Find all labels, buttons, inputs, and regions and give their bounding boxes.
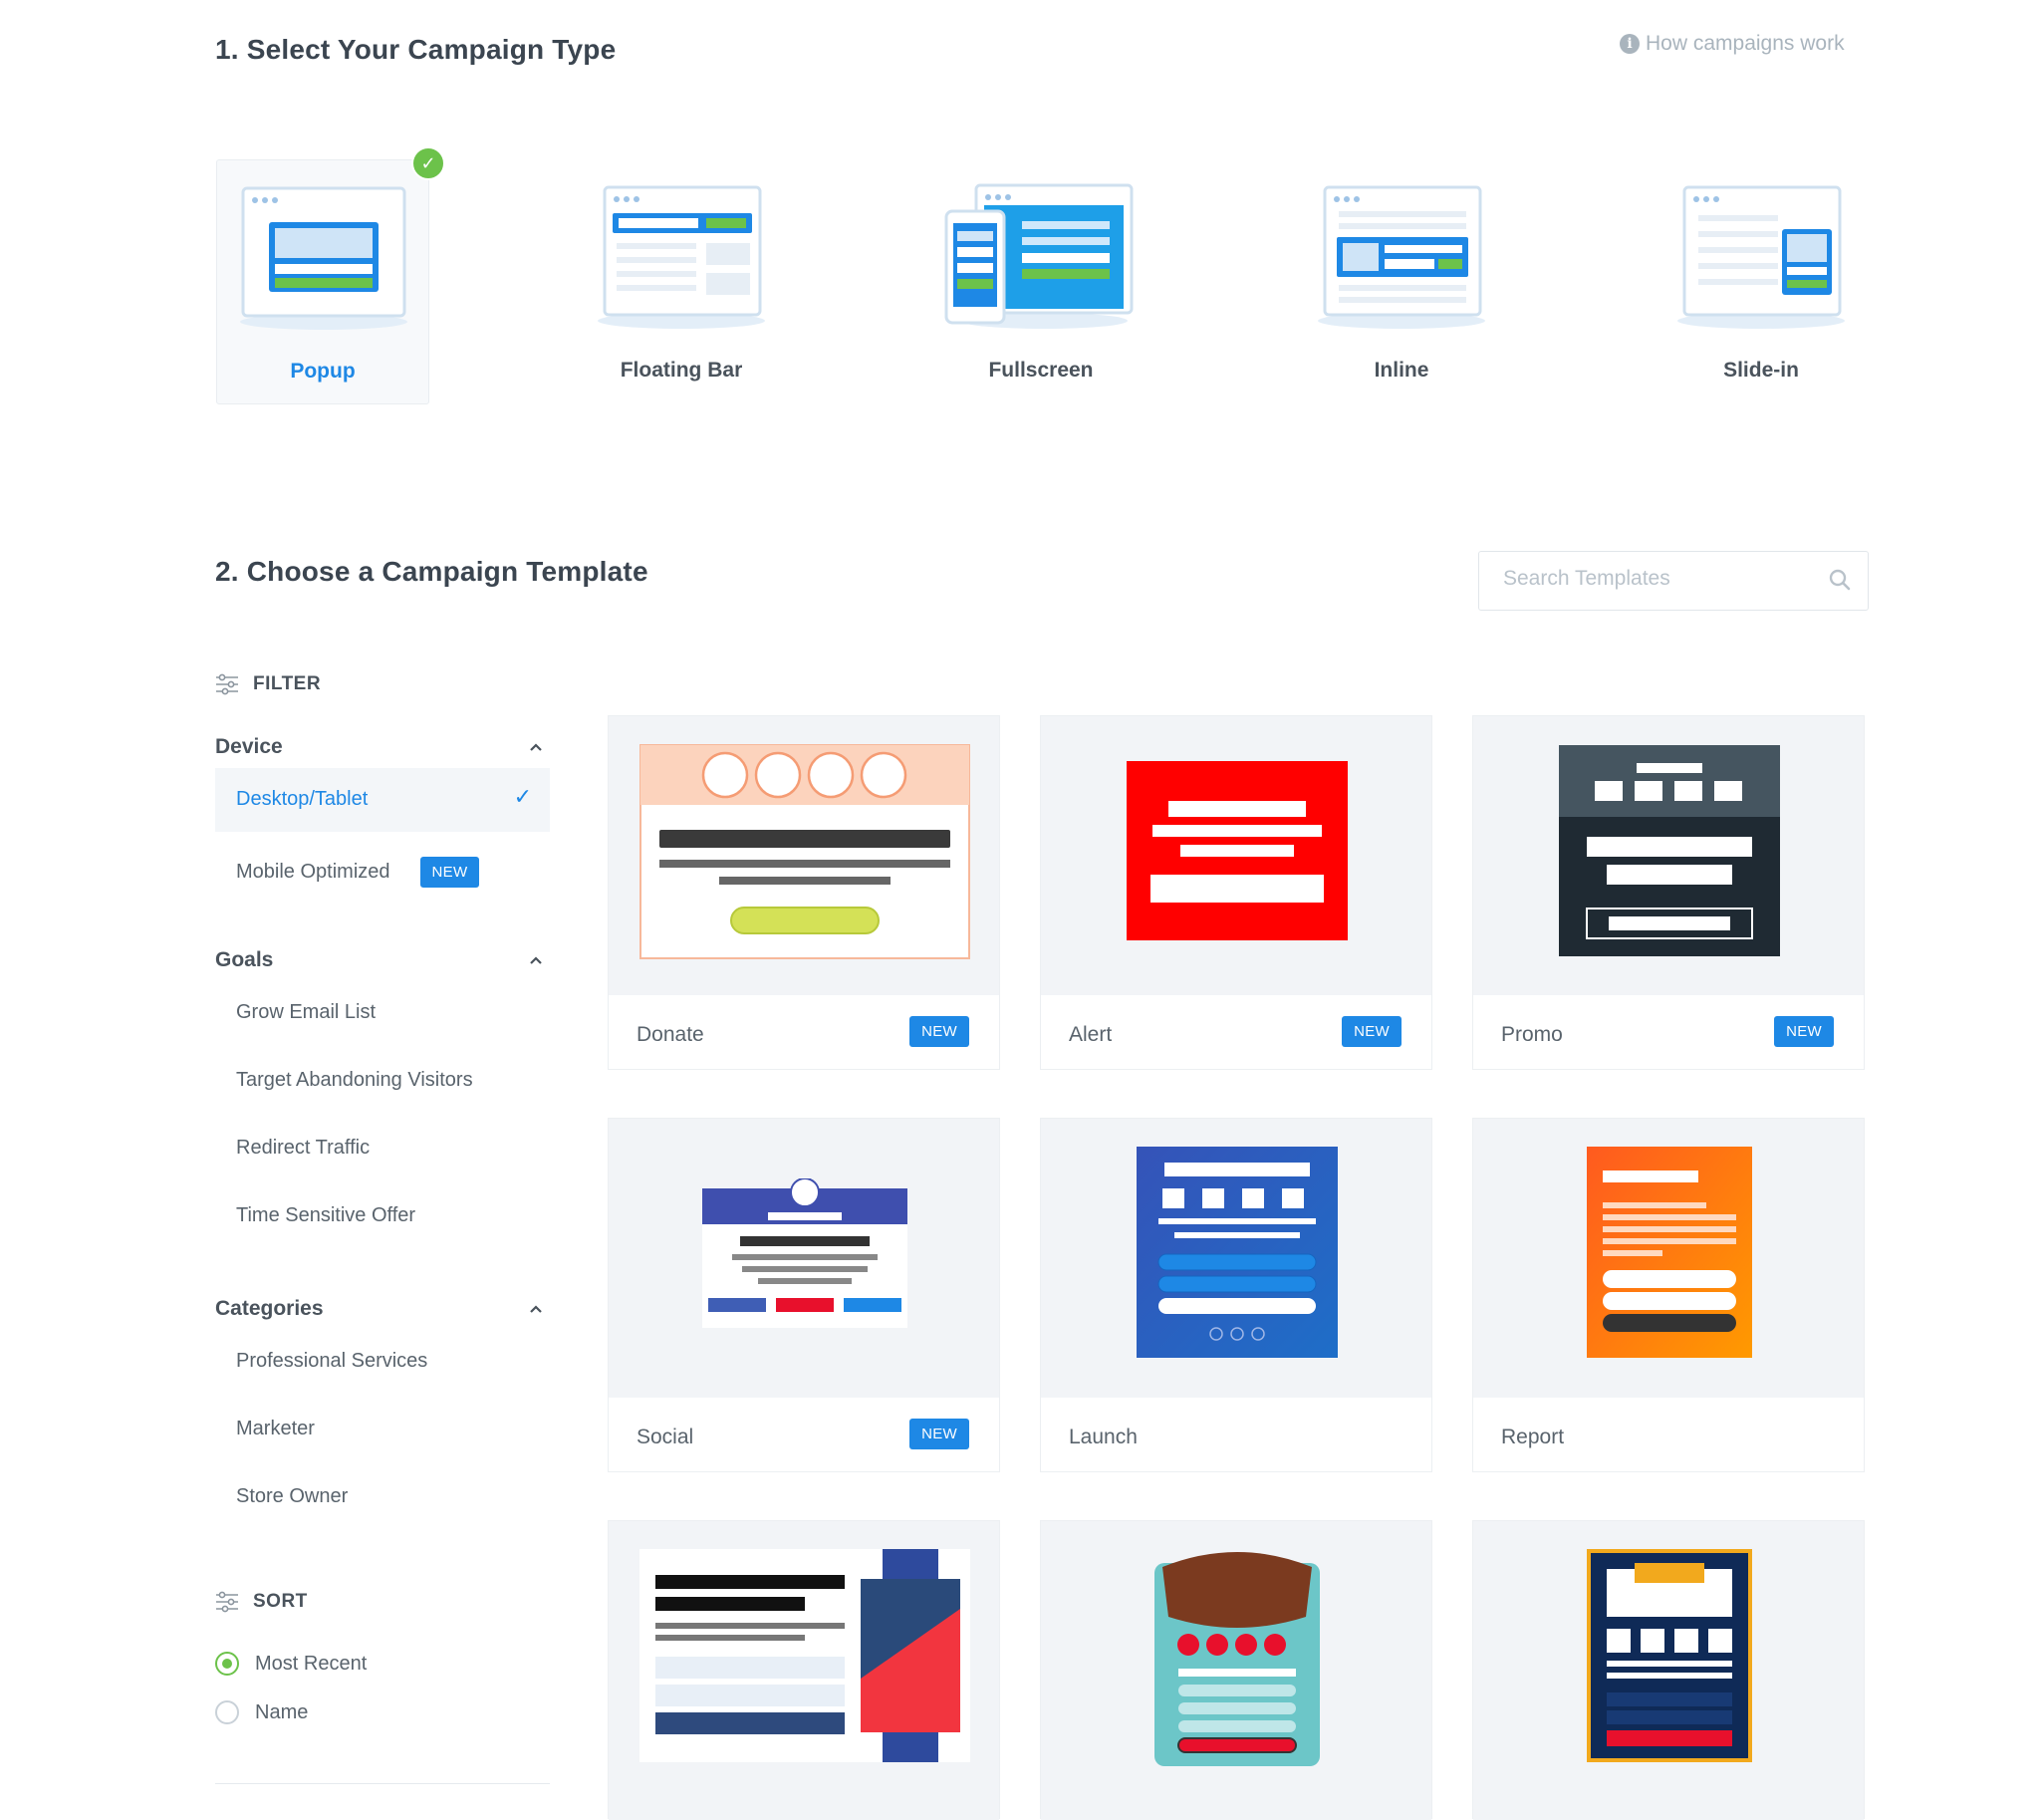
- campaign-type-slide-in[interactable]: Slide-in: [1655, 159, 1868, 404]
- template-thumbnail: [1473, 1521, 1864, 1820]
- template-preview-icon: [1154, 1552, 1320, 1766]
- selected-check-icon: ✓: [411, 146, 445, 180]
- checkmark-icon: ✓: [513, 784, 532, 809]
- chevron-up-icon[interactable]: [530, 741, 542, 753]
- template-name: Launch: [1069, 1426, 1138, 1448]
- sidebar-divider: [215, 1783, 550, 1784]
- filter-sliders-icon: [216, 673, 238, 695]
- new-badge: NEW: [1342, 1016, 1402, 1047]
- sort-heading: SORT: [215, 1591, 308, 1613]
- template-name: Donate: [637, 1023, 704, 1046]
- social-preview-icon: [702, 1178, 907, 1328]
- template-thumbnail: [609, 716, 999, 995]
- template-thumbnail: [1041, 716, 1431, 995]
- sort-radio-name[interactable]: [215, 1700, 239, 1724]
- device-option-mobile-optimized[interactable]: Mobile Optimized NEW: [236, 857, 480, 888]
- campaign-type-label: Popup: [290, 360, 356, 383]
- template-card-alert[interactable]: Alert NEW: [1040, 715, 1432, 1070]
- goal-option-time-sensitive-offer[interactable]: Time Sensitive Offer: [236, 1204, 415, 1227]
- new-badge: NEW: [1774, 1016, 1834, 1047]
- campaign-type-fullscreen[interactable]: Fullscreen: [934, 159, 1148, 404]
- search-icon[interactable]: [1828, 568, 1852, 592]
- sort-option-name[interactable]: Name: [255, 1701, 308, 1724]
- categories-group-title[interactable]: Categories: [215, 1297, 324, 1321]
- campaign-type-label: Slide-in: [1723, 359, 1799, 382]
- popup-illustration-icon: [240, 186, 407, 330]
- chevron-up-icon[interactable]: [530, 954, 542, 966]
- how-campaigns-work-link[interactable]: i How campaigns work: [1620, 32, 1845, 56]
- device-option-desktop-tablet[interactable]: Desktop/Tablet ✓: [215, 768, 550, 832]
- step1-title: 1. Select Your Campaign Type: [215, 34, 617, 65]
- template-card-row3-1[interactable]: [608, 1520, 1000, 1820]
- goals-group-title[interactable]: Goals: [215, 948, 273, 972]
- template-card-promo[interactable]: Promo NEW: [1472, 715, 1865, 1070]
- device-option-label: Mobile Optimized: [236, 861, 390, 883]
- filter-heading: FILTER: [215, 673, 321, 695]
- template-thumbnail: [1041, 1119, 1431, 1398]
- alert-preview-icon: [1127, 761, 1348, 940]
- new-badge: NEW: [909, 1419, 969, 1449]
- sort-heading-label: SORT: [253, 1591, 308, 1612]
- goal-option-redirect-traffic[interactable]: Redirect Traffic: [236, 1137, 370, 1160]
- new-badge: NEW: [419, 857, 480, 888]
- info-icon: i: [1620, 34, 1640, 54]
- fullscreen-illustration-icon: [944, 183, 1134, 329]
- sort-radio-most-recent[interactable]: [215, 1652, 239, 1676]
- report-preview-icon: [1587, 1147, 1752, 1358]
- floating-bar-illustration-icon: [598, 185, 765, 329]
- template-name: Social: [637, 1426, 694, 1448]
- campaign-type-popup[interactable]: Popup: [216, 159, 429, 404]
- inline-illustration-icon: [1318, 185, 1485, 329]
- template-card-row3-2[interactable]: [1040, 1520, 1432, 1820]
- template-thumbnail: [1041, 1521, 1431, 1820]
- chevron-up-icon[interactable]: [530, 1303, 542, 1315]
- template-name: Report: [1501, 1426, 1565, 1448]
- template-thumbnail: [1473, 716, 1864, 995]
- search-templates-input[interactable]: [1501, 566, 1824, 592]
- sort-option-most-recent[interactable]: Most Recent: [255, 1653, 367, 1676]
- category-option-professional-services[interactable]: Professional Services: [236, 1350, 427, 1373]
- new-badge: NEW: [909, 1016, 969, 1047]
- campaign-type-label: Inline: [1374, 359, 1429, 382]
- category-option-marketer[interactable]: Marketer: [236, 1418, 315, 1440]
- step2-title: 2. Choose a Campaign Template: [215, 556, 648, 587]
- template-card-donate[interactable]: Donate NEW: [608, 715, 1000, 1070]
- search-templates-box[interactable]: [1478, 551, 1869, 611]
- template-card-report[interactable]: Report: [1472, 1118, 1865, 1472]
- category-option-store-owner[interactable]: Store Owner: [236, 1485, 348, 1508]
- template-card-social[interactable]: Social NEW: [608, 1118, 1000, 1472]
- sort-sliders-icon: [216, 1591, 238, 1613]
- template-card-launch[interactable]: Launch: [1040, 1118, 1432, 1472]
- template-preview-icon: [1587, 1549, 1752, 1762]
- template-name: Promo: [1501, 1023, 1563, 1046]
- goal-option-target-abandoning-visitors[interactable]: Target Abandoning Visitors: [236, 1069, 473, 1092]
- campaign-type-inline[interactable]: Inline: [1295, 159, 1508, 404]
- device-group-title[interactable]: Device: [215, 735, 283, 759]
- promo-preview-icon: [1559, 745, 1780, 956]
- slide-in-illustration-icon: [1677, 185, 1845, 329]
- filter-heading-label: FILTER: [253, 673, 322, 694]
- campaign-type-floating-bar[interactable]: Floating Bar: [575, 159, 788, 404]
- launch-preview-icon: [1137, 1147, 1338, 1358]
- template-thumbnail: [609, 1521, 999, 1820]
- template-thumbnail: [609, 1119, 999, 1398]
- campaign-type-label: Floating Bar: [620, 359, 743, 382]
- device-option-label: Desktop/Tablet: [236, 788, 369, 810]
- template-thumbnail: [1473, 1119, 1864, 1398]
- how-campaigns-work-label: How campaigns work: [1646, 32, 1845, 55]
- template-card-row3-3[interactable]: [1472, 1520, 1865, 1820]
- template-name: Alert: [1069, 1023, 1113, 1046]
- template-preview-icon: [639, 1549, 970, 1762]
- campaign-type-label: Fullscreen: [988, 359, 1094, 382]
- donate-preview-icon: [639, 744, 970, 959]
- goal-option-grow-email-list[interactable]: Grow Email List: [236, 1001, 376, 1024]
